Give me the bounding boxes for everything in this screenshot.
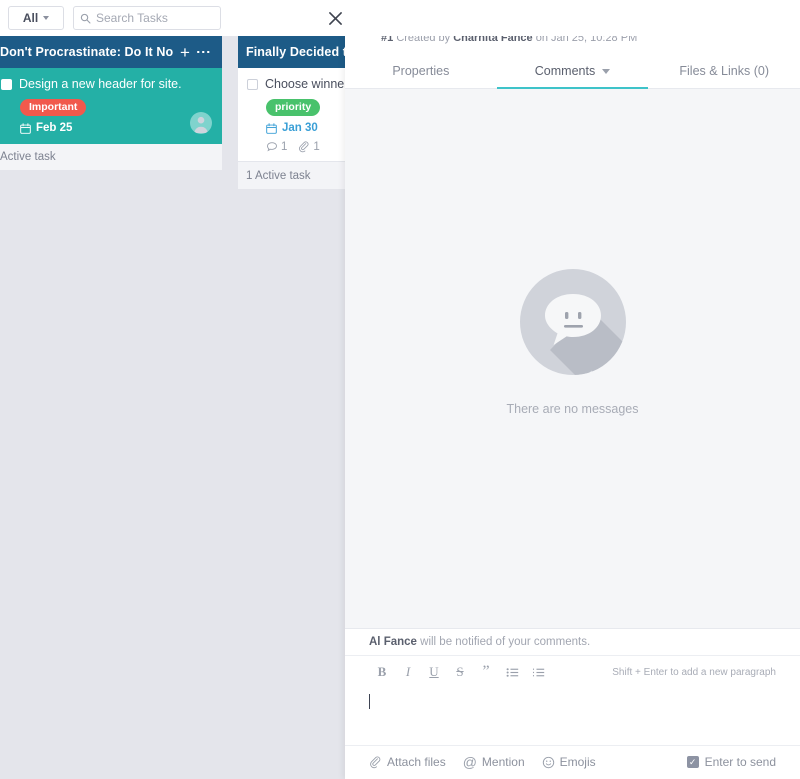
composer-actions: Attach files @ Mention Emojis ✓ Enter to… [345,745,800,779]
enter-to-send-checkbox[interactable]: ✓ [687,756,699,768]
comment-input[interactable] [345,687,800,745]
strikethrough-icon[interactable]: S [447,662,473,682]
notify-text: will be notified of your comments. [417,636,590,648]
emojis-button[interactable]: Emojis [542,755,596,769]
task-due-date-label: Jan 30 [282,122,318,134]
paperclip-icon [369,756,382,769]
filter-dropdown-label: All [23,11,38,25]
avatar[interactable] [190,112,212,134]
column-footer-label: Active task [0,151,56,163]
task-checkbox[interactable] [1,79,12,90]
attach-files-button[interactable]: Attach files [369,755,446,769]
kebab-menu-icon[interactable]: ⋮ [197,45,214,59]
chevron-down-icon [43,16,49,20]
task-due-date: Feb 25 [20,122,213,134]
tab-comments[interactable]: Comments [497,55,649,88]
notify-bar: Al Fance will be notified of your commen… [345,628,800,656]
column-footer-label: 1 Active task [246,170,311,182]
calendar-icon [266,123,277,134]
bold-icon[interactable]: B [369,662,395,682]
plus-icon[interactable]: + [173,44,197,61]
filter-dropdown[interactable]: All [8,6,64,30]
column-header: Don't Procrastinate: Do It Now! + ⋮ [0,36,222,68]
task-checkbox[interactable] [247,79,258,90]
blockquote-icon[interactable]: ” [473,662,499,682]
task-tag: priority [266,99,320,116]
no-messages-icon [513,262,633,382]
close-icon[interactable] [326,9,344,27]
bulleted-list-icon[interactable] [499,662,525,682]
task-tag: Important [20,99,86,116]
task-card-title: Design a new header for site. [19,77,182,92]
column-cards: Design a new header for site. Important … [0,68,222,142]
tab-files-links[interactable]: Files & Links (0) [648,55,800,88]
tab-properties[interactable]: Properties [345,55,497,88]
empty-state-text: There are no messages [506,402,638,416]
numbered-list-icon[interactable] [525,662,551,682]
user-avatar-icon [190,112,212,134]
mention-button[interactable]: @ Mention [463,755,525,769]
task-detail-tabs: Properties Comments Files & Links (0) [345,55,800,89]
comment-count: 1 [266,141,287,153]
formatting-toolbar: B I U S ” Shift + Enter to add a new par… [345,656,800,687]
column-title: Don't Procrastinate: Do It Now! [0,45,173,59]
text-caret [369,694,370,709]
attachment-count-label: 1 [313,141,319,153]
italic-icon[interactable]: I [395,662,421,682]
task-due-date-label: Feb 25 [36,122,72,134]
comment-composer: B I U S ” Shift + Enter to add a new par… [345,656,800,779]
search-box[interactable] [73,6,221,30]
panel-close-strip [318,0,800,36]
comment-count-label: 1 [281,141,287,153]
enter-to-send-toggle[interactable]: ✓ Enter to send [687,755,776,769]
task-detail-panel: Design a new header for site. #1 Created… [345,0,800,779]
at-sign-icon: @ [463,756,477,768]
search-icon [80,13,91,24]
attach-files-label: Attach files [387,755,446,769]
mention-label: Mention [482,755,525,769]
attachment-count: 1 [298,141,319,153]
tab-properties-label: Properties [392,64,449,78]
task-card[interactable]: Design a new header for site. Important … [0,68,222,142]
chevron-down-icon[interactable] [602,69,610,74]
smiley-icon [542,756,555,769]
enter-to-send-label: Enter to send [705,755,776,769]
formatting-hint: Shift + Enter to add a new paragraph [612,667,776,678]
notify-name: Al Fance [369,636,417,648]
tab-comments-label: Comments [535,64,595,78]
board-column-1: Don't Procrastinate: Do It Now! + ⋮ Desi… [0,36,222,170]
comments-list: There are no messages [345,89,800,628]
column-footer: Active task [0,142,222,170]
emojis-label: Emojis [560,755,596,769]
paperclip-icon [298,141,310,153]
underline-icon[interactable]: U [421,662,447,682]
search-input[interactable] [96,11,214,25]
comment-icon [266,141,278,153]
calendar-icon [20,123,31,134]
tab-files-links-label: Files & Links (0) [679,64,769,78]
